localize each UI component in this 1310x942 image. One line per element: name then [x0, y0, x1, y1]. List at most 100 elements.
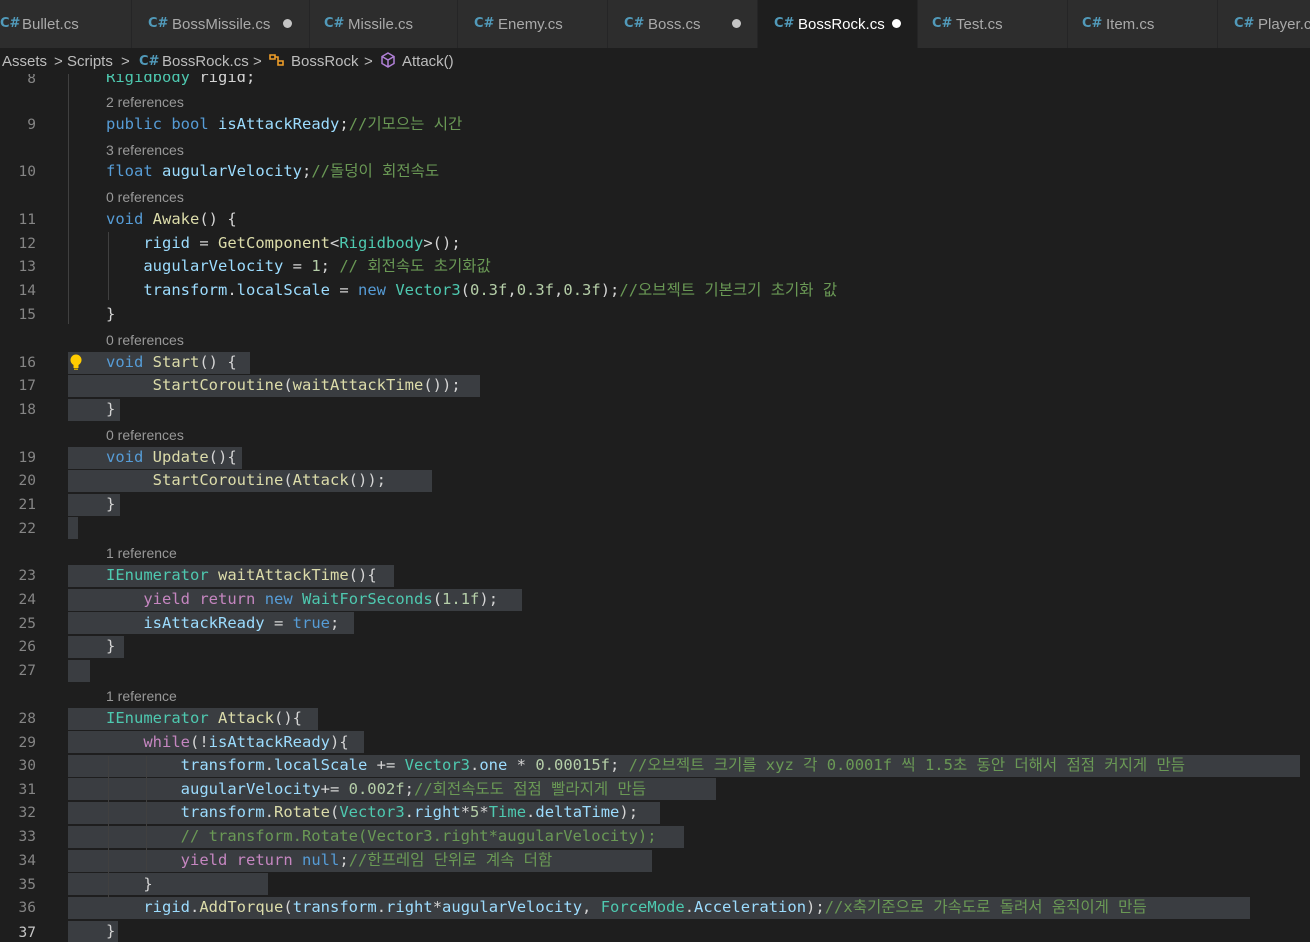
codelens-references[interactable]: 1 reference — [106, 688, 177, 704]
code-token: . — [190, 898, 200, 916]
tab-enemy[interactable]: C# Enemy.cs — [458, 0, 608, 48]
breadcrumb-file[interactable]: BossRock.cs — [162, 53, 249, 70]
tab-test[interactable]: C# Test.cs — [918, 0, 1068, 48]
tab-bossmissile[interactable]: C# BossMissile.cs — [132, 0, 310, 48]
code-token: ForceMode — [600, 898, 685, 916]
code-line[interactable]: Rigidbody rigid; — [106, 74, 255, 86]
code-token: Rigidbody — [106, 74, 190, 86]
code-token: GetComponent — [218, 234, 330, 252]
csharp-icon: C# — [932, 16, 953, 31]
code-line[interactable]: void Update(){ — [106, 448, 237, 466]
tab-bullet[interactable]: C# Bullet.cs — [0, 0, 132, 48]
code-line[interactable]: transform.localScale += Vector3.one * 0.… — [106, 756, 1185, 774]
code-token: true — [292, 614, 330, 632]
tab-player[interactable]: C# Player.cs — [1218, 0, 1310, 48]
code-token: //x축기준으로 가속도로 돌려서 움직이게 만듬 — [824, 898, 1147, 916]
code-line[interactable]: // transform.Rotate(Vector3.right*augula… — [106, 827, 657, 845]
indent-guide — [68, 74, 69, 324]
code-line[interactable]: float augularVelocity;//돌덩이 회전속도 — [106, 162, 439, 180]
line-number: 15 — [18, 307, 36, 323]
breadcrumb-method[interactable]: Attack() — [402, 53, 454, 70]
codelens-references[interactable]: 0 references — [106, 332, 184, 348]
code-line[interactable]: } — [106, 305, 115, 323]
code-token: ; — [404, 780, 414, 798]
code-token: augularVelocity — [442, 898, 583, 916]
tab-label: Bullet.cs — [22, 16, 79, 33]
tab-boss[interactable]: C# Boss.cs — [608, 0, 758, 48]
code-token: return — [236, 851, 293, 869]
code-token: waitAttackTime — [292, 376, 424, 394]
breadcrumb-assets[interactable]: Assets — [2, 53, 47, 70]
code-line[interactable]: StartCoroutine(waitAttackTime()); — [106, 376, 461, 394]
csharp-icon: C# — [624, 16, 645, 31]
codelens-references[interactable]: 1 reference — [106, 545, 177, 561]
tab-item[interactable]: C# Item.cs — [1068, 0, 1218, 48]
unsaved-dot-icon[interactable] — [892, 19, 901, 28]
code-line[interactable]: yield return null;//한프레임 단위로 계속 더함 — [106, 851, 553, 869]
code-token: (){ — [208, 448, 237, 466]
code-token: ; — [609, 756, 629, 774]
code-editor[interactable]: 8 9 10 11 12 13 14 15 16 17 18 19 20 21 … — [0, 74, 1310, 942]
code-token: while — [143, 733, 190, 751]
code-token: localScale — [274, 756, 368, 774]
code-line[interactable]: yield return new WaitForSeconds(1.1f); — [106, 590, 498, 608]
code-token: 5 — [470, 803, 480, 821]
code-line[interactable]: } — [106, 495, 115, 513]
codelens-references[interactable]: 3 references — [106, 142, 184, 158]
tab-missile[interactable]: C# Missile.cs — [310, 0, 458, 48]
csharp-icon: C# — [148, 16, 169, 31]
code-line[interactable]: } — [106, 922, 115, 940]
breadcrumb-class[interactable]: BossRock — [291, 53, 359, 70]
code-line[interactable]: transform.Rotate(Vector3.right*5*Time.de… — [106, 803, 638, 821]
code-token: Vector3 — [404, 756, 470, 774]
code-token: Rigidbody — [339, 234, 424, 252]
code-line[interactable]: rigid.AddTorque(transform.right*augularV… — [106, 898, 1147, 916]
tab-bossrock[interactable]: C# BossRock.cs — [758, 0, 918, 48]
code-line[interactable]: transform.localScale = new Vector3(0.3f,… — [106, 281, 837, 299]
code-token: ( — [283, 376, 293, 394]
breadcrumb-scripts[interactable]: Scripts — [67, 53, 113, 70]
code-token: rigid — [143, 898, 190, 916]
code-line[interactable]: } — [106, 637, 115, 655]
code-line[interactable]: rigid = GetComponent<Rigidbody>(); — [106, 234, 460, 252]
code-line[interactable]: StartCoroutine(Attack()); — [106, 471, 386, 489]
code-token: ( — [283, 898, 293, 916]
tab-label: BossMissile.cs — [172, 16, 271, 33]
code-line[interactable]: void Start() { — [106, 353, 237, 371]
line-number: 16 — [18, 355, 36, 371]
line-number: 28 — [18, 711, 36, 727]
code-token: localScale — [236, 281, 330, 299]
code-token: StartCoroutine — [152, 376, 284, 394]
code-line[interactable]: void Awake() { — [106, 210, 237, 228]
code-line[interactable]: isAttackReady = true; — [106, 614, 339, 632]
codelens-references[interactable]: 0 references — [106, 427, 184, 443]
code-token: 0.3f — [563, 281, 601, 299]
code-token: Time — [488, 803, 527, 821]
lightbulb-icon[interactable] — [68, 353, 84, 376]
codelens-references[interactable]: 2 references — [106, 94, 184, 110]
unsaved-dot-icon[interactable] — [732, 19, 741, 28]
unsaved-dot-icon[interactable] — [283, 19, 292, 28]
code-token: //오브젝트 크기를 xyz 각 0.0001f 씩 1.5초 동안 더해서 점… — [628, 756, 1186, 774]
code-line[interactable]: } — [106, 400, 115, 418]
code-line[interactable]: IEnumerator Attack(){ — [106, 709, 302, 727]
code-token: Attack — [218, 709, 274, 727]
code-line[interactable]: public bool isAttackReady;//기모으는 시간 — [106, 115, 462, 133]
code-line[interactable]: augularVelocity = 1; // 회전속도 초기화값 — [106, 257, 490, 275]
code-token: ; — [339, 851, 349, 869]
code-line[interactable]: IEnumerator waitAttackTime(){ — [106, 566, 377, 584]
code-line[interactable]: while(!isAttackReady){ — [106, 733, 348, 751]
code-line[interactable]: augularVelocity+= 0.002f;//회전속도도 점점 빨라지게… — [106, 780, 646, 798]
code-line[interactable]: } — [106, 875, 152, 893]
line-number: 27 — [18, 663, 36, 679]
line-number: 23 — [18, 568, 36, 584]
code-token: 1 — [311, 257, 321, 275]
codelens-references[interactable]: 0 references — [106, 189, 184, 205]
